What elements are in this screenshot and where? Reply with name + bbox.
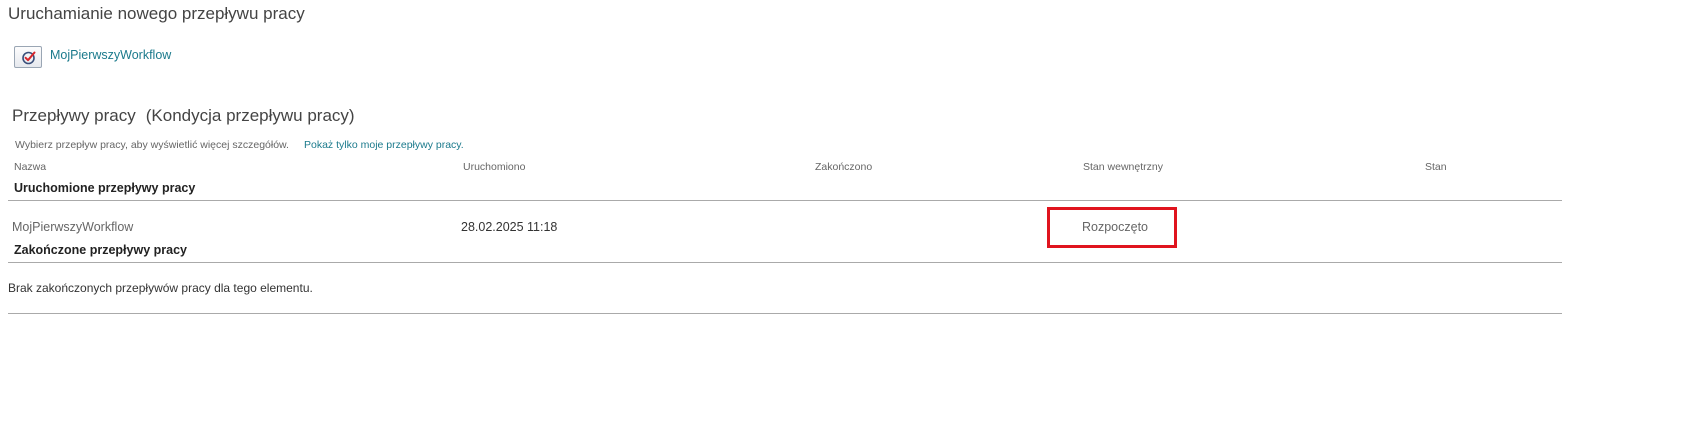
workflow-row-started: 28.02.2025 11:18 bbox=[461, 220, 558, 234]
column-header-ended[interactable]: Zakończono bbox=[815, 161, 872, 173]
completed-workflows-header: Zakończone przepływy pracy bbox=[14, 243, 187, 257]
workflow-row-name[interactable]: MojPierwszyWorkflow bbox=[12, 220, 133, 234]
workflow-row-internal-status: Rozpoczęto bbox=[1082, 220, 1149, 234]
running-workflows-divider bbox=[8, 200, 1562, 201]
workflows-title: Przepływy pracy bbox=[12, 106, 136, 125]
bottom-divider bbox=[8, 313, 1562, 314]
show-my-workflows-link[interactable]: Pokaż tylko moje przepływy pracy. bbox=[304, 139, 464, 151]
start-workflow-link[interactable]: MojPierwszyWorkflow bbox=[50, 48, 171, 62]
workflows-section-title: Przepływy pracy (Kondycja przepływu pracy… bbox=[12, 106, 355, 126]
start-workflow-button[interactable] bbox=[14, 46, 42, 68]
no-completed-workflows-message: Brak zakończonych przepływów pracy dla t… bbox=[8, 281, 313, 295]
column-header-name[interactable]: Nazwa bbox=[14, 161, 46, 173]
workflows-hint: Wybierz przepływ pracy, aby wyświetlić w… bbox=[15, 139, 289, 151]
workflows-subtitle: (Kondycja przepływu pracy) bbox=[145, 106, 355, 125]
column-header-started[interactable]: Uruchomiono bbox=[463, 161, 525, 173]
workflow-start-icon bbox=[22, 51, 36, 65]
column-header-status[interactable]: Stan bbox=[1425, 161, 1447, 173]
completed-workflows-divider bbox=[8, 262, 1562, 263]
running-workflows-header: Uruchomione przepływy pracy bbox=[14, 181, 196, 195]
column-header-internal-status[interactable]: Stan wewnętrzny bbox=[1083, 161, 1163, 173]
page-title: Uruchamianie nowego przepływu pracy bbox=[8, 4, 305, 23]
